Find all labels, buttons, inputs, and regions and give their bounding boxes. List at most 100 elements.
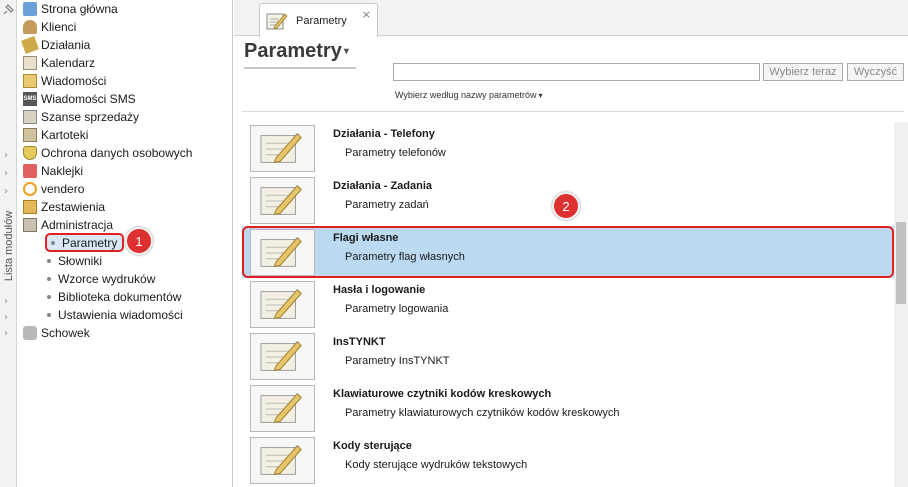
sales-icon	[23, 110, 37, 124]
calendar-icon	[23, 56, 37, 70]
sidebar-item-calendar[interactable]: Kalendarz	[23, 54, 95, 72]
sidebar-item-label: Kartoteki	[41, 128, 89, 142]
sidebar-item-label: Wiadomości	[41, 74, 107, 88]
chevron-right-icon[interactable]: ›	[4, 150, 8, 161]
sidebar-subitem-document-library[interactable]: Biblioteka dokumentów	[47, 288, 181, 306]
list-item[interactable]: InsTYNKT Parametry InsTYNKT	[242, 330, 894, 382]
parameter-description: Parametry telefonów	[345, 147, 446, 159]
sidebar-item-label: Kalendarz	[41, 56, 96, 70]
sidebar-item-label: Administracja	[41, 218, 114, 232]
page-title[interactable]: Parametry ▾	[244, 40, 349, 63]
parameter-title: Działania - Zadania	[333, 180, 433, 192]
sidebar-item-sms[interactable]: SMS Wiadomości SMS	[23, 90, 136, 108]
sidebar-item-administration[interactable]: Administracja	[23, 216, 113, 234]
vertical-scrollbar[interactable]	[894, 122, 908, 487]
bullet-icon	[47, 295, 51, 299]
filter-link-text: Wybierz według nazwy parametrów	[395, 90, 537, 100]
list-item[interactable]: Klawiaturowe czytniki kodów kreskowych P…	[242, 382, 894, 434]
close-icon[interactable]: ×	[362, 8, 371, 21]
chevron-right-icon[interactable]: ›	[4, 168, 8, 179]
tab-bar: Parametry ×	[234, 0, 908, 37]
page-title-text: Parametry	[244, 40, 342, 62]
clipboard-icon	[23, 326, 37, 340]
clients-icon	[23, 20, 37, 34]
chevron-down-icon[interactable]: ▾	[344, 46, 349, 57]
modules-list-label[interactable]: Lista modułów	[3, 201, 15, 291]
sidebar-item-label: Naklejki	[41, 164, 84, 178]
parameters-icon	[250, 385, 315, 432]
label-icon	[23, 164, 37, 178]
bullet-icon	[47, 313, 51, 317]
sidebar-item-label: Ochrona danych osobowych	[41, 146, 193, 160]
bullet-icon	[51, 240, 55, 245]
parameters-icon	[250, 437, 315, 484]
sidebar-item-label: Wiadomości SMS	[41, 92, 136, 106]
sidebar-item-label: Szanse sprzedaży	[41, 110, 140, 124]
list-item[interactable]: Działania - Telefony Parametry telefonów	[242, 122, 894, 174]
chevron-right-icon[interactable]: ›	[4, 328, 8, 339]
parameters-list: Działania - Telefony Parametry telefonów…	[242, 122, 894, 487]
parameter-description: Parametry logowania	[345, 303, 449, 315]
sidebar-item-labels[interactable]: Naklejki	[23, 162, 83, 180]
sidebar-item-label: Schowek	[41, 326, 90, 340]
tab-label: Parametry	[296, 14, 347, 27]
sidebar-subitem-message-settings[interactable]: Ustawienia wiadomości	[47, 306, 183, 324]
sidebar-subitem-label: Biblioteka dokumentów	[58, 290, 182, 304]
main-panel: Parametry × Parametry ▾ Wybierz teraz Wyc…	[234, 0, 908, 487]
pin-icon[interactable]	[2, 4, 14, 16]
sidebar-item-home[interactable]: Strona główna	[23, 0, 118, 18]
filter-by-name-dropdown[interactable]: Wybierz według nazwy parametrów ▾	[395, 90, 543, 100]
parameter-title: Kody sterujące	[333, 440, 412, 452]
step-badge-1: 1	[125, 227, 153, 255]
chevron-right-icon[interactable]: ›	[4, 186, 8, 197]
parameter-title: InsTYNKT	[333, 336, 386, 348]
bullet-icon	[47, 259, 51, 263]
sidebar-item-label: Klienci	[41, 20, 77, 34]
parameters-icon	[250, 177, 315, 224]
tab-parameters[interactable]: Parametry ×	[259, 3, 378, 37]
title-underline	[244, 67, 356, 69]
list-item[interactable]: Kody sterujące Kody sterujące wydruków t…	[242, 434, 894, 486]
sidebar-item-sales[interactable]: Szanse sprzedaży	[23, 108, 139, 126]
sidebar-item-clients[interactable]: Klienci	[23, 18, 76, 36]
sidebar-item-messages[interactable]: Wiadomości	[23, 72, 106, 90]
highlight-outline	[242, 226, 894, 278]
messages-icon	[23, 74, 37, 88]
module-tree: Strona główna Klienci Działania Kalendar…	[17, 0, 233, 487]
shield-icon	[23, 146, 37, 160]
sidebar-item-vendero[interactable]: vendero	[23, 180, 84, 198]
clear-button[interactable]: Wyczyść	[847, 63, 904, 81]
home-icon	[23, 2, 37, 16]
sms-icon: SMS	[23, 92, 37, 106]
chevron-right-icon[interactable]: ›	[4, 296, 8, 307]
sidebar-item-label: Działania	[41, 38, 91, 52]
bullet-icon	[47, 277, 51, 281]
sidebar-subitem-label: Parametry	[62, 235, 118, 250]
reports-icon	[23, 200, 37, 214]
parameters-icon	[250, 333, 315, 380]
sidebar-item-actions[interactable]: Działania	[21, 36, 91, 54]
choose-now-button[interactable]: Wybierz teraz	[763, 63, 843, 81]
parameter-description: Parametry zadań	[345, 199, 429, 211]
list-item[interactable]: Hasła i logowanie Parametry logowania	[242, 278, 894, 330]
sidebar-subitem-print-templates[interactable]: Wzorce wydruków	[47, 270, 155, 288]
sidebar-subitem-parameters[interactable]: Parametry	[45, 233, 125, 252]
step-badge-2: 2	[552, 192, 580, 220]
sidebar-subitem-dictionaries[interactable]: Słowniki	[47, 252, 102, 270]
scrollbar-thumb[interactable]	[896, 222, 906, 304]
sidebar-subitem-label: Słowniki	[58, 254, 103, 268]
sidebar-item-data-protection[interactable]: Ochrona danych osobowych	[23, 144, 192, 162]
modules-strip[interactable]: Lista modułów › › › › › ›	[0, 0, 17, 487]
parameter-title: Klawiaturowe czytniki kodów kreskowych	[333, 388, 552, 400]
sidebar-item-reports[interactable]: Zestawienia	[23, 198, 105, 216]
parameters-icon	[266, 12, 288, 30]
parameter-description: Kody sterujące wydruków tekstowych	[345, 459, 528, 471]
sidebar-item-label: Zestawienia	[41, 200, 106, 214]
admin-icon	[23, 218, 37, 232]
sidebar-item-clipboard[interactable]: Schowek	[23, 324, 90, 342]
parameter-title: Działania - Telefony	[333, 128, 435, 140]
list-item-selected[interactable]: Flagi własne Parametry flag własnych	[242, 226, 894, 278]
search-input[interactable]	[393, 63, 760, 81]
sidebar-item-card-files[interactable]: Kartoteki	[23, 126, 88, 144]
chevron-right-icon[interactable]: ›	[4, 312, 8, 323]
